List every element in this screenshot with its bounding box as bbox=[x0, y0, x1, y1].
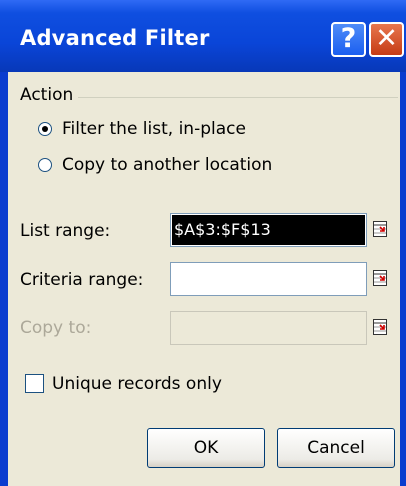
action-group-label: Action bbox=[20, 85, 74, 105]
criteria-range-input[interactable] bbox=[170, 262, 367, 296]
list-range-collapse-button[interactable] bbox=[368, 215, 392, 245]
copy-to-location-label[interactable]: Copy to another location bbox=[62, 155, 272, 175]
help-button[interactable]: ? bbox=[331, 22, 366, 57]
ok-button[interactable]: OK bbox=[147, 428, 265, 468]
cancel-button[interactable]: Cancel bbox=[277, 428, 395, 468]
list-range-label: List range: bbox=[20, 221, 111, 241]
filter-in-place-label[interactable]: Filter the list, in-place bbox=[62, 119, 246, 139]
filter-in-place-radio[interactable] bbox=[38, 122, 52, 136]
list-range-value: $A$3:$F$13 bbox=[172, 215, 365, 245]
radio-selected-dot bbox=[42, 126, 48, 132]
action-group-divider bbox=[78, 97, 398, 98]
dialog-title: Advanced Filter bbox=[20, 26, 210, 50]
unique-records-label[interactable]: Unique records only bbox=[52, 374, 222, 394]
close-icon: ✕ bbox=[375, 23, 398, 54]
unique-records-checkbox[interactable] bbox=[25, 374, 44, 393]
range-picker-icon bbox=[373, 221, 387, 237]
copy-to-collapse-button bbox=[368, 313, 392, 343]
copy-to-label: Copy to: bbox=[20, 318, 92, 338]
list-range-input[interactable]: $A$3:$F$13 bbox=[170, 213, 367, 247]
criteria-range-label: Criteria range: bbox=[20, 270, 144, 290]
close-button[interactable]: ✕ bbox=[369, 22, 404, 57]
criteria-range-collapse-button[interactable] bbox=[368, 264, 392, 294]
help-icon: ? bbox=[340, 23, 357, 54]
copy-to-input bbox=[170, 311, 367, 345]
copy-to-location-radio[interactable] bbox=[38, 158, 52, 172]
range-picker-icon bbox=[373, 319, 387, 335]
title-bar[interactable]: Advanced Filter ? ✕ bbox=[0, 0, 406, 72]
range-picker-icon bbox=[373, 270, 387, 286]
